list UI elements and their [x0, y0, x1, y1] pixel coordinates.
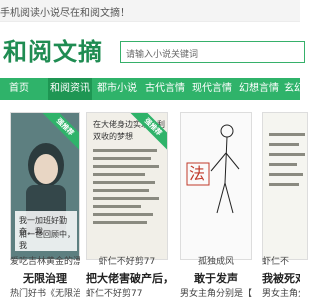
- nav-item-news[interactable]: 和阅资讯: [48, 78, 92, 100]
- book-card[interactable]: 在大佬身边实现名利 双收的梦想 强推荐 虾仁不好剪77 把大佬害破产后，他开… …: [86, 106, 168, 300]
- book-cover[interactable]: [262, 112, 308, 260]
- nav-item-fantasy-romance[interactable]: 幻想言情: [236, 78, 282, 100]
- book-author: 爱吃吉林黄金的漂亮哥: [10, 257, 80, 267]
- cover-caption: 法: [189, 164, 206, 183]
- book-title[interactable]: 我被死对头: [262, 270, 300, 286]
- book-card[interactable]: 我一加班好勤奋，我 和一世回顾中，我 强推荐 爱吃吉林黄金的漂亮哥 无限治理 热…: [10, 106, 80, 300]
- top-bar: 手机阅读小说尽在和阅文摘！: [0, 0, 300, 22]
- nav-item-ancient-romance[interactable]: 古代言情: [142, 78, 188, 100]
- book-cover[interactable]: 法: [180, 112, 252, 260]
- book-title[interactable]: 无限治理: [10, 270, 80, 286]
- cover-text-block: [269, 133, 305, 186]
- nav-item-modern-romance[interactable]: 现代言情: [190, 78, 234, 100]
- book-desc: 男女主角分别: [262, 289, 300, 299]
- book-cover[interactable]: 我一加班好勤奋，我 和一世回顾中，我 强推荐: [10, 112, 80, 260]
- nav-item-urban[interactable]: 都市小说: [94, 78, 140, 100]
- book-author: 虾仁不: [262, 257, 290, 267]
- nav-item-home[interactable]: 首页: [8, 78, 30, 100]
- book-grid: 我一加班好勤奋，我 和一世回顾中，我 强推荐 爱吃吉林黄金的漂亮哥 无限治理 热…: [0, 106, 308, 300]
- book-desc: 男女主角分别是【速度吗: [180, 289, 252, 299]
- book-card[interactable]: 虾仁不 我被死对头 男女主角分别: [262, 106, 308, 300]
- book-card[interactable]: 法 孤独成风 敢于发声 男女主角分别是【速度吗: [180, 106, 252, 300]
- book-cover[interactable]: 在大佬身边实现名利 双收的梦想 强推荐: [86, 112, 168, 260]
- cover-caption: 和一世回顾中，我: [19, 230, 75, 250]
- nav-item-xuanhuan-romance[interactable]: 玄幻言情: [284, 78, 320, 100]
- book-desc: 热门好书《无限治理》是本: [10, 289, 80, 299]
- book-author: 虾仁不好剪77: [98, 257, 156, 267]
- main-nav: 首页 和阅资讯 都市小说 古代言情 现代言情 幻想言情 玄幻言情: [0, 78, 320, 100]
- book-title[interactable]: 敢于发声: [180, 270, 252, 286]
- search-input[interactable]: [121, 45, 304, 65]
- site-logo[interactable]: 和阅文摘: [3, 32, 103, 67]
- cover-illustration: [186, 124, 240, 214]
- search-box: [120, 41, 305, 65]
- site-notice: 手机阅读小说尽在和阅文摘！: [0, 8, 130, 19]
- book-title[interactable]: 把大佬害破产后，他开…: [86, 270, 168, 286]
- book-desc: 虾仁不好剪77: [86, 289, 143, 299]
- book-author: 孤独成风: [197, 257, 234, 267]
- site-header: 和阅文摘: [0, 22, 305, 82]
